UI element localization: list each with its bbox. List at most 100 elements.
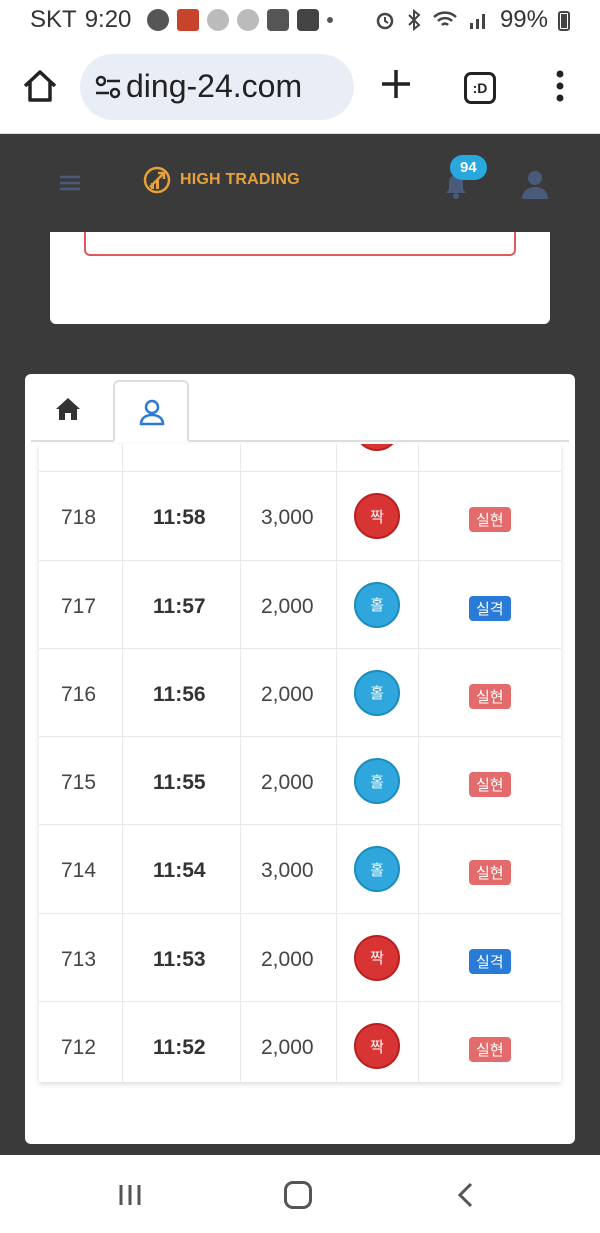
system-nav-bar: [0, 1155, 600, 1233]
round-number: 714: [61, 859, 97, 883]
round-time: 11:58: [153, 506, 206, 530]
new-tab-icon[interactable]: [378, 66, 414, 102]
address-bar[interactable]: ding-24.com: [80, 54, 354, 120]
notification-icons: [147, 9, 334, 31]
pick-badge: 홀: [354, 581, 400, 628]
table-row: 717 11:57 2,000 홀 실격: [39, 560, 561, 649]
history-table-body: 71911:592,000짝실현71811:583,000짝실현71711:57…: [39, 444, 561, 1082]
time-cell: 11:58: [123, 472, 241, 560]
info-card: [50, 232, 550, 324]
result-cell: 실현: [419, 472, 561, 559]
table-row: 712 11:52 2,000 짝 실현: [39, 1002, 561, 1082]
table-row: 714 11:54 3,000 홀 실현: [39, 825, 561, 914]
pick-cell: 짝: [337, 472, 419, 560]
result-badge: 실격: [469, 948, 511, 974]
pick-badge: 짝: [354, 493, 400, 540]
result-badge: 실현: [469, 1037, 511, 1063]
status-right: 99%: [374, 6, 570, 34]
table-row: 716 11:56 2,000 홀 실현: [39, 648, 561, 738]
bet-amount: 2,000: [261, 947, 314, 971]
pick-badge: 홀: [354, 669, 400, 716]
site-settings-icon[interactable]: [94, 74, 122, 100]
table-row: 71911:592,000 짝 실현: [39, 444, 561, 473]
user-icon[interactable]: [518, 167, 552, 201]
result-cell: 실현: [419, 737, 561, 824]
round-cell: 716: [39, 648, 123, 737]
result-cell: 실현: [419, 444, 561, 471]
amount-cell: 2,000: [241, 648, 337, 737]
round-cell: 715: [39, 737, 123, 825]
pick-badge: 짝: [354, 444, 400, 451]
battery-icon: [558, 11, 570, 31]
brand-logo[interactable]: HIGH TRADING: [142, 165, 300, 195]
alarm-icon: [376, 12, 394, 30]
tab-switcher-button[interactable]: :D: [464, 72, 496, 104]
round-number: 715: [61, 771, 97, 795]
round-time: 11:55: [153, 771, 206, 795]
result-badge: 실현: [469, 772, 511, 798]
pick-badge: 짝: [354, 1023, 400, 1070]
round-number: 716: [61, 682, 97, 706]
round-time: 11:53: [153, 947, 206, 971]
status-bar: SKT 9:20 99%: [0, 0, 600, 42]
time-cell: 11:52: [123, 1002, 241, 1082]
time-cell: 11:54: [123, 825, 241, 913]
pick-badge: 홀: [354, 758, 400, 805]
result-badge: 실격: [469, 595, 511, 621]
signal-icon: [469, 14, 485, 29]
pick-cell: 홀: [337, 825, 419, 913]
bet-amount: 2,000: [261, 1036, 314, 1060]
bet-amount: 2,000: [261, 594, 314, 618]
table-row: 715 11:55 2,000 홀 실현: [39, 737, 561, 826]
round-number: 712: [61, 1036, 97, 1060]
result-badge: 실현: [469, 860, 511, 886]
recent-apps-icon[interactable]: [118, 1183, 142, 1207]
history-table[interactable]: 71911:592,000짝실현71811:583,000짝실현71711:57…: [39, 444, 561, 1082]
back-icon[interactable]: [456, 1181, 474, 1209]
amount-cell: 2,000: [241, 444, 337, 472]
pick-cell: 홀: [337, 560, 419, 648]
amount-cell: 3,000: [241, 472, 337, 560]
more-menu-icon[interactable]: [550, 68, 570, 104]
app-icon: [177, 9, 200, 31]
pick-cell: 짝: [337, 1002, 419, 1082]
tab-home-icon[interactable]: [53, 394, 83, 424]
youtube-icon: [297, 9, 320, 31]
round-number: 718: [61, 506, 97, 530]
nav-home-button[interactable]: [284, 1181, 312, 1209]
pick-cell: 홀: [337, 648, 419, 737]
round-cell: 719: [39, 444, 123, 472]
carrier-label: SKT: [30, 6, 77, 33]
round-cell: 718: [39, 472, 123, 560]
bet-amount: 2,000: [261, 682, 314, 706]
bet-amount: 3,000: [261, 506, 314, 530]
table-row: 718 11:58 3,000 짝 실현: [39, 472, 561, 561]
time-cell: 11:59: [123, 444, 241, 472]
table-row: 713 11:53 2,000 짝 실격: [39, 913, 561, 1003]
round-time: 11:57: [153, 594, 206, 618]
site-header: HIGH TRADING 94: [0, 135, 600, 233]
battery-percent: 99%: [499, 6, 548, 33]
browser-toolbar: ding-24.com :D: [0, 42, 600, 134]
pick-badge: 홀: [354, 846, 400, 893]
brand-name: HIGH TRADING: [180, 171, 300, 188]
home-icon[interactable]: [20, 66, 60, 106]
cloud-icon: [267, 9, 290, 31]
bet-amount: 3,000: [261, 859, 314, 883]
tab-my-history[interactable]: [113, 380, 189, 442]
menu-icon[interactable]: [58, 173, 82, 193]
wifi-icon: [433, 11, 457, 26]
info-card-input-box: [84, 232, 516, 256]
round-time: 11:56: [153, 682, 206, 706]
panel-tabs: [31, 380, 569, 442]
round-cell: 714: [39, 825, 123, 913]
weather-icon: [147, 9, 170, 31]
amount-cell: 2,000: [241, 737, 337, 825]
amount-cell: 3,000: [241, 825, 337, 913]
clock: 9:20: [84, 6, 132, 33]
toon-blast-icon-2: [237, 9, 260, 31]
toon-blast-icon: [207, 9, 230, 31]
pick-badge: 짝: [354, 934, 400, 981]
round-cell: 712: [39, 1002, 123, 1082]
result-cell: 실현: [419, 825, 561, 912]
